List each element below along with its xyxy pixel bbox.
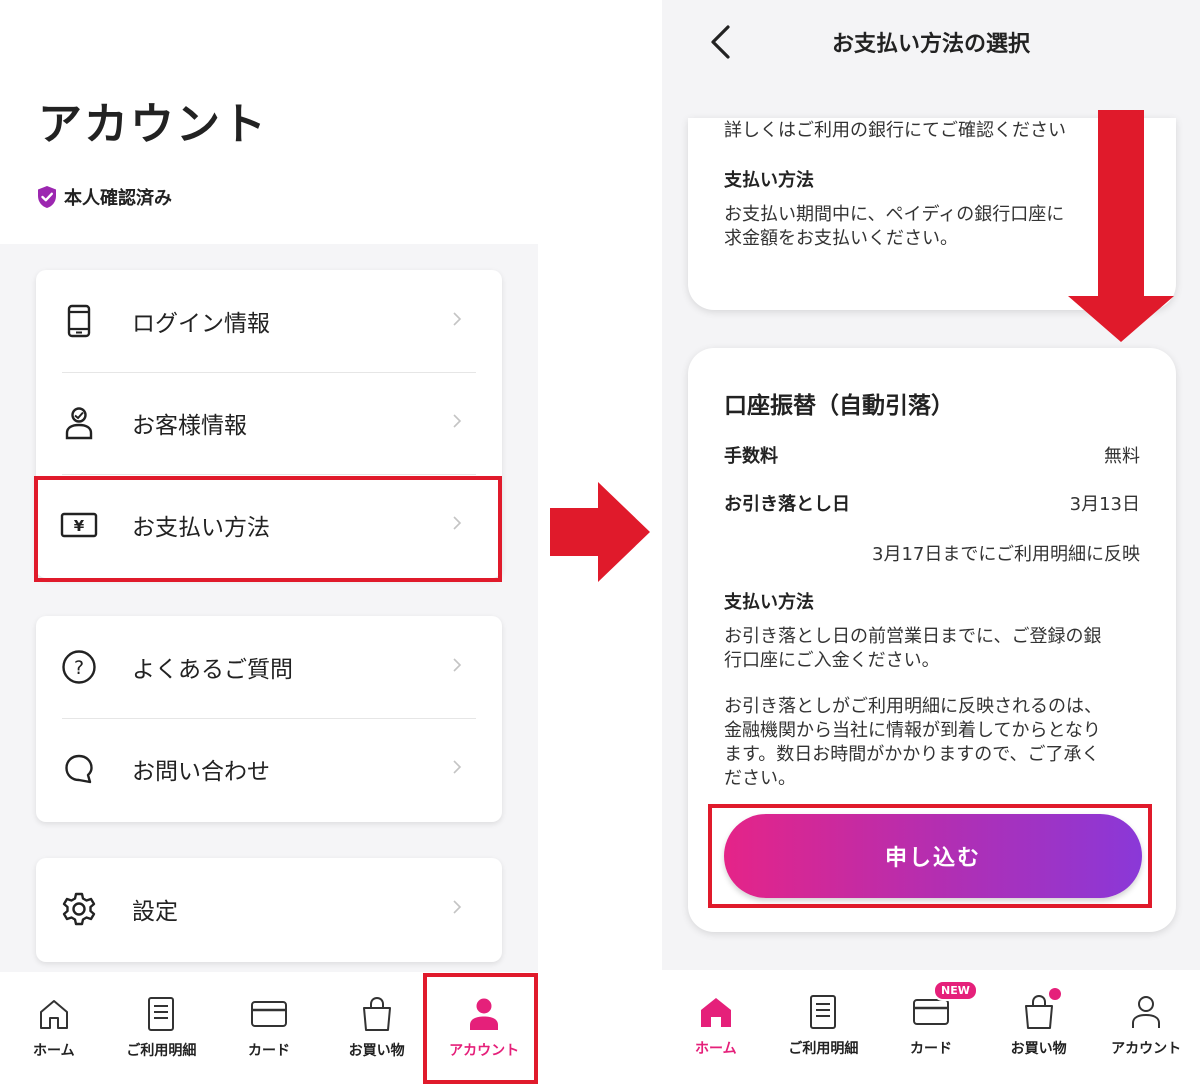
tab-shopping[interactable]: お買い物 [985,970,1093,1084]
verified-status: 本人確認済み [36,184,172,210]
tab-shopping[interactable]: お買い物 [323,972,431,1084]
home-icon [34,994,74,1034]
card-icon: NEW [911,980,978,1032]
phone-icon [60,302,98,340]
tab-card[interactable]: NEW カード [877,970,985,1084]
verified-label: 本人確認済み [64,188,172,209]
screenshot-root: アカウント 本人確認済み ログイン情報 お客様情報 ¥ お支払い方法 ? よくあ… [0,0,1200,1084]
tab-statement[interactable]: ご利用明細 [770,970,878,1084]
menu-label: 設定 [132,899,178,925]
highlight-apply-button [708,804,1152,908]
menu-card-support: ? よくあるご質問 お問い合わせ [36,616,502,822]
option-title: 口座振替（自動引落） [724,393,954,419]
tab-label: ホーム [33,1043,75,1059]
arrow-right-icon [550,482,650,582]
card1-top-text: 詳しくはご利用の銀行にてご確認ください [724,120,1066,141]
menu-item-faq[interactable]: ? よくあるご質問 [36,616,502,718]
chevron-right-icon [452,413,462,433]
person-icon [60,404,98,442]
fee-label: 手数料 [724,446,778,467]
account-screen: アカウント 本人確認済み ログイン情報 お客様情報 ¥ お支払い方法 ? よくあ… [0,0,538,1084]
home-icon [696,992,736,1032]
bottom-nav: ホーム ご利用明細 NEW カード お買い物 アカウント [662,970,1200,1084]
statement-icon [803,992,843,1032]
menu-label: お客様情報 [132,413,247,439]
verified-shield-icon [38,186,56,208]
new-badge: NEW [932,980,978,1001]
menu-item-contact[interactable]: お問い合わせ [36,718,502,820]
chevron-right-icon [452,657,462,677]
chevron-right-icon [452,759,462,779]
method-line1: お引き落とし日の前営業日までに、ご登録の銀 [724,626,1102,647]
header-title: お支払い方法の選択 [831,32,1030,57]
menu-item-customer-info[interactable]: お客様情報 [36,372,502,474]
menu-label: お問い合わせ [132,759,270,785]
gear-icon [60,890,98,928]
header: お支払い方法の選択 [662,0,1200,90]
tab-label: ホーム [695,1041,737,1057]
note-line2: 金融機関から当社に情報が到着してからとなり [724,720,1101,741]
arrow-down-icon [1068,110,1174,342]
shopping-bag-icon [1019,988,1061,1032]
debit-date-value: 3月13日 [1069,494,1140,515]
payment-method-screen: お支払い方法の選択 詳しくはご利用の銀行にてご確認ください 支払い方法 お支払い… [662,0,1200,1084]
shopping-bag-icon [357,994,397,1034]
tab-label: ご利用明細 [788,1041,859,1057]
notification-dot [1048,988,1061,1000]
menu-card-settings: 設定 [36,858,502,962]
note-line4: ださい。 [724,768,796,789]
tab-label: お買い物 [348,1043,405,1059]
card1-body-line1: お支払い期間中に、ペイディの銀行口座に [724,204,1065,225]
menu-label: よくあるご質問 [132,657,293,683]
note-line1: お引き落としがご利用明細に反映されるのは、 [724,696,1102,717]
chevron-right-icon [452,899,462,919]
menu-item-login-info[interactable]: ログイン情報 [36,270,502,372]
menu-label: ログイン情報 [132,311,270,337]
tab-label: ご利用明細 [126,1043,197,1059]
method-heading: 支払い方法 [724,592,814,613]
fee-value: 無料 [1104,446,1140,467]
svg-text:?: ? [74,657,84,679]
debit-date-label: お引き落とし日 [724,494,850,515]
page-title: アカウント [38,99,268,150]
highlight-account-tab [423,973,538,1084]
chat-bubble-icon [60,750,98,788]
tab-home[interactable]: ホーム [0,972,108,1084]
highlight-payment-method [34,476,502,582]
statement-icon [141,994,181,1034]
card-icon [249,994,289,1034]
menu-item-settings[interactable]: 設定 [36,858,502,960]
chevron-right-icon [452,311,462,331]
account-icon [1126,992,1166,1032]
tab-label: カード [247,1043,290,1059]
note-line3: ます。数日お時間がかかりますので、ご了承く [724,744,1100,765]
card1-body-line2: 求金額をお支払いください。 [724,228,958,249]
tab-card[interactable]: カード [215,972,323,1084]
tab-label: お買い物 [1010,1041,1067,1057]
method-line2: 行口座にご入金ください。 [724,650,940,671]
tab-statement[interactable]: ご利用明細 [108,972,216,1084]
reflect-note: 3月17日までにご利用明細に反映 [872,544,1140,565]
tab-label: アカウント [1111,1041,1182,1057]
question-icon: ? [60,648,98,686]
tab-account[interactable]: アカウント [1092,970,1200,1084]
tab-home[interactable]: ホーム [662,970,770,1084]
tab-label: カード [909,1041,952,1057]
card1-heading: 支払い方法 [724,170,814,191]
